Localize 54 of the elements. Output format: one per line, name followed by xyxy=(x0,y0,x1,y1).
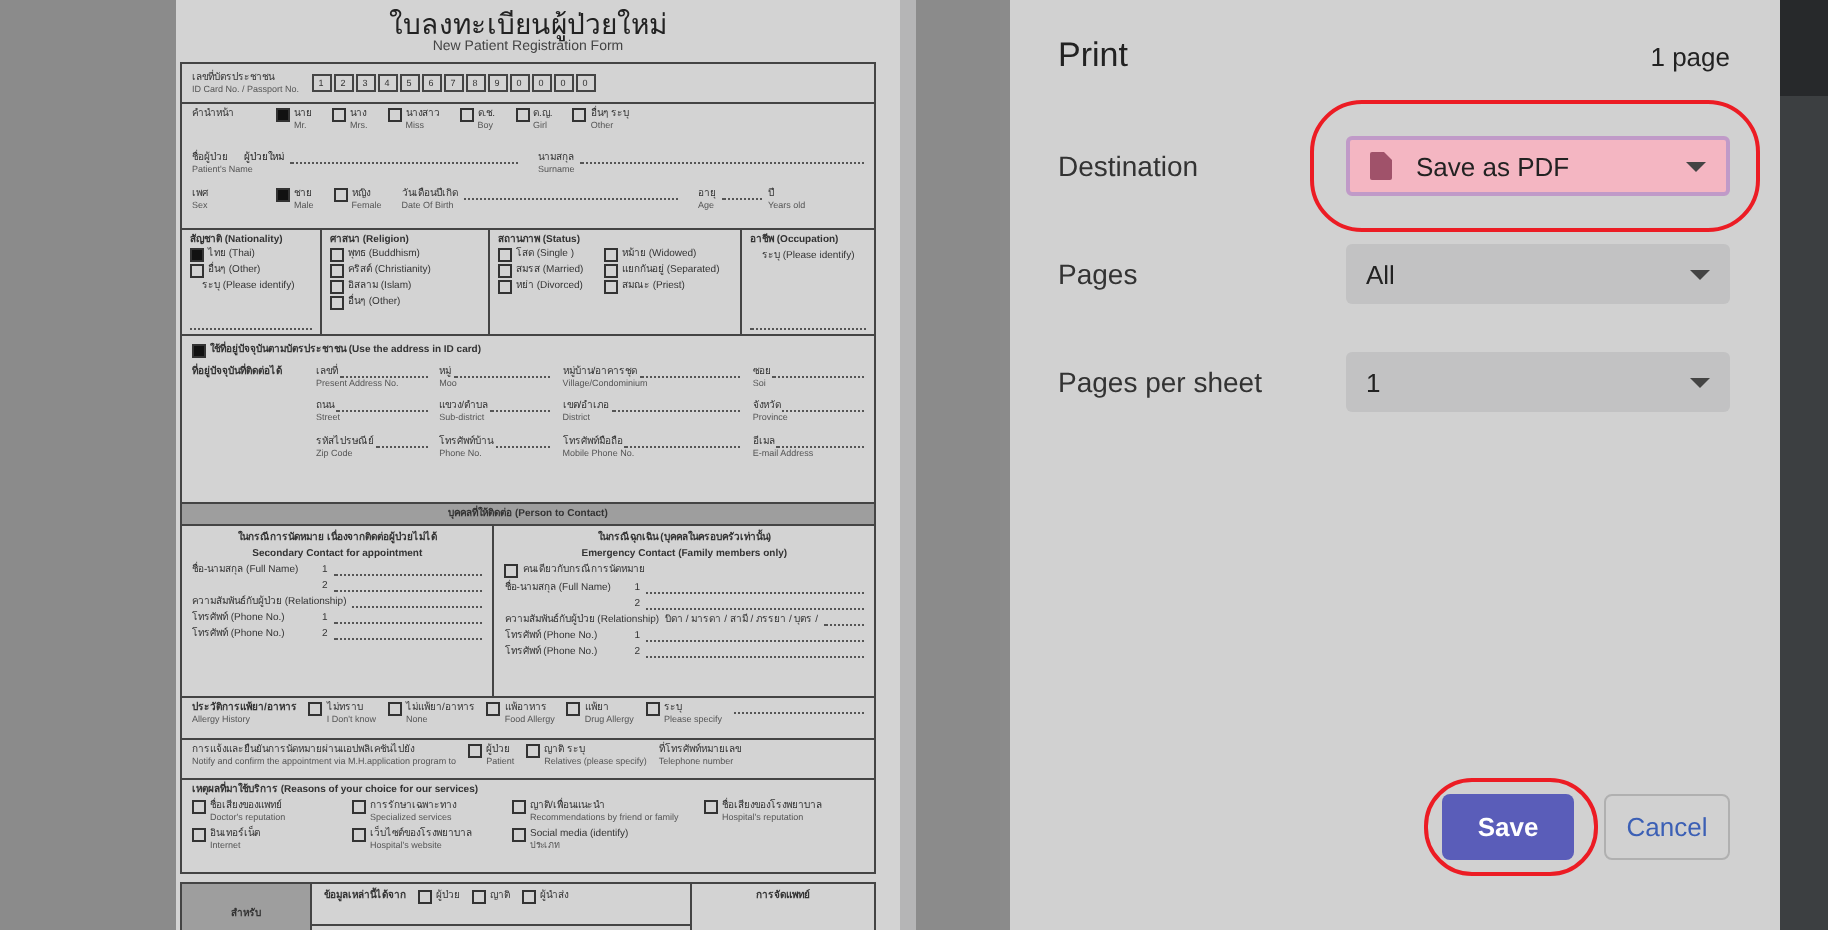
checkbox[interactable] xyxy=(512,828,526,843)
checkbox[interactable] xyxy=(522,890,536,904)
page-count: 1 page xyxy=(1650,41,1730,71)
checkbox[interactable] xyxy=(192,800,206,814)
setting-label: Destination xyxy=(1058,150,1199,182)
checkbox[interactable] xyxy=(352,800,366,814)
checkbox[interactable] xyxy=(352,828,366,843)
caret-icon xyxy=(1690,269,1710,279)
setting-label: Pages xyxy=(1058,258,1138,290)
checkbox[interactable] xyxy=(526,744,541,758)
checkbox[interactable] xyxy=(498,280,512,294)
checkbox[interactable] xyxy=(308,702,323,716)
caret-icon xyxy=(1690,377,1710,387)
caret-icon xyxy=(1686,161,1706,171)
checkbox[interactable] xyxy=(504,564,519,578)
checkbox[interactable] xyxy=(498,264,512,278)
form-title: ใบลงทะเบียนผู้ป่วยใหม่ xyxy=(389,8,667,40)
checkbox[interactable] xyxy=(468,744,483,758)
cancel-button[interactable]: Cancel xyxy=(1604,794,1730,860)
checkbox[interactable] xyxy=(603,248,618,262)
checkbox[interactable] xyxy=(330,280,344,294)
checkbox[interactable] xyxy=(330,248,344,262)
document-icon xyxy=(1370,152,1392,180)
checkbox[interactable] xyxy=(486,702,501,716)
checkbox[interactable] xyxy=(276,188,290,202)
checkbox[interactable] xyxy=(515,108,530,122)
save-button[interactable]: Save xyxy=(1442,794,1574,860)
checkbox[interactable] xyxy=(190,248,204,262)
checkbox[interactable] xyxy=(566,702,581,716)
checkbox[interactable] xyxy=(603,264,618,278)
checkbox[interactable] xyxy=(459,108,474,122)
checkbox[interactable] xyxy=(333,188,348,202)
checkbox[interactable] xyxy=(498,248,512,262)
dropdown[interactable]: All xyxy=(1346,244,1730,304)
dropdown[interactable]: Save as PDF xyxy=(1346,136,1730,196)
checkbox[interactable] xyxy=(572,108,587,122)
checkbox[interactable] xyxy=(603,280,618,294)
dialog-title: Print xyxy=(1058,36,1128,76)
checkbox[interactable] xyxy=(418,890,432,904)
checkbox[interactable] xyxy=(512,800,526,814)
checkbox[interactable] xyxy=(330,264,344,278)
checkbox[interactable] xyxy=(704,800,718,814)
checkbox[interactable] xyxy=(387,108,402,122)
checkbox[interactable] xyxy=(472,890,486,904)
checkbox[interactable] xyxy=(190,264,204,278)
dropdown[interactable]: 1 xyxy=(1346,352,1730,412)
checkbox[interactable] xyxy=(645,702,660,716)
checkbox[interactable] xyxy=(192,344,206,358)
checkbox[interactable] xyxy=(276,108,290,122)
checkbox[interactable] xyxy=(330,296,344,310)
checkbox[interactable] xyxy=(388,702,403,716)
checkbox[interactable] xyxy=(332,108,346,122)
setting-label: Pages per sheet xyxy=(1058,366,1262,398)
checkbox[interactable] xyxy=(192,828,206,843)
